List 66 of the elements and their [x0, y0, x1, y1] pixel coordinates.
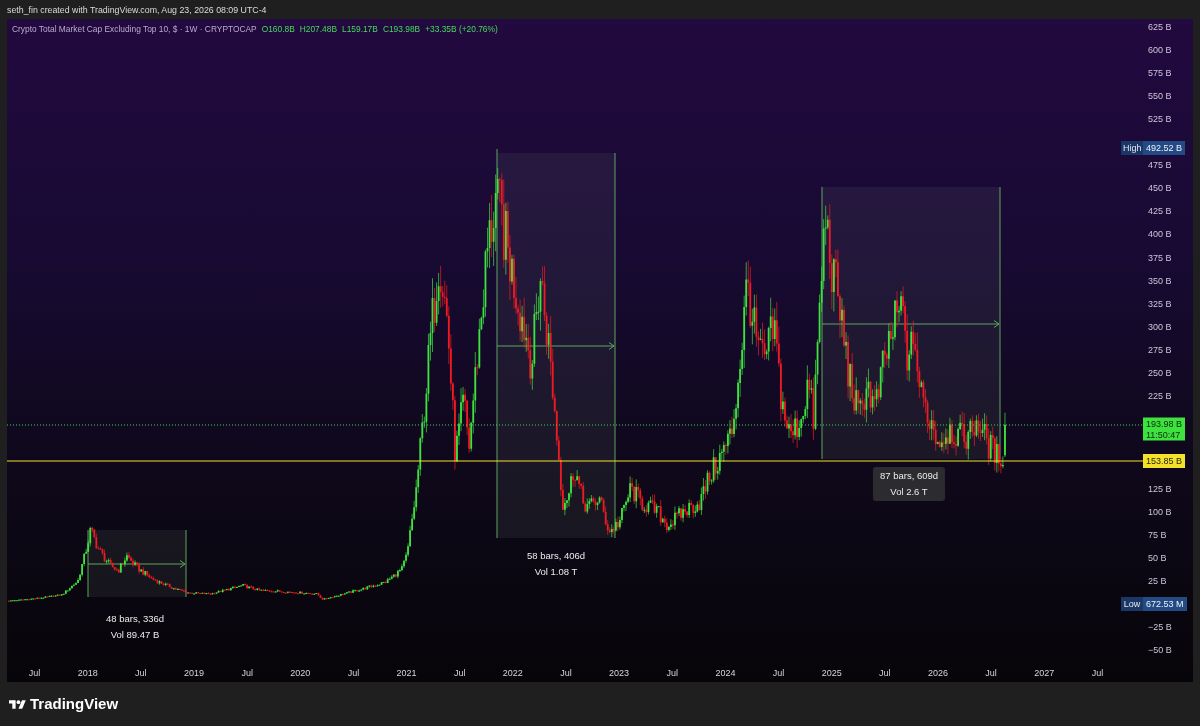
logo-text: TradingView: [30, 695, 119, 713]
time-tick-label: 2023: [609, 667, 630, 679]
time-tick-label: Jul: [453, 667, 466, 679]
time-tick-label: Jul: [241, 667, 253, 679]
time-tick-label: Jul: [666, 667, 678, 679]
time-tick-label: Jul: [879, 667, 891, 679]
ohlc-value: +33.35B (+20.76%): [425, 23, 498, 35]
time-tick-label: 2021: [396, 667, 417, 679]
price-tick-label: 625 B: [1148, 20, 1172, 33]
time-tick-label: Jul: [347, 667, 360, 679]
price-tick-label: 550 B: [1148, 89, 1172, 102]
price-tick-label: 575 B: [1148, 66, 1172, 79]
low-tag: Low: [1121, 597, 1143, 611]
low-price-label: 672.53 M: [1143, 597, 1187, 611]
range-volume-text: Vol 2.6 T: [890, 485, 928, 499]
time-tick-label: 2018: [77, 667, 98, 679]
time-tick-label: Jul: [985, 667, 997, 679]
price-tick-label: 525 B: [1148, 112, 1172, 125]
ohlc-value: C193.98B: [382, 23, 421, 35]
price-tick-label: 350 B: [1148, 274, 1172, 287]
ohlc-value: L159.17B: [342, 23, 378, 35]
price-tick-label: −50 B: [1148, 644, 1172, 657]
last-price-text: 193.98 B: [1146, 418, 1183, 429]
price-tick-label: 275 B: [1148, 343, 1172, 356]
range-volume-text: Vol 1.08 T: [534, 565, 578, 579]
time-tick-label: Jul: [1091, 667, 1104, 679]
price-tick-label: 100 B: [1148, 505, 1172, 518]
ohlc-value: H207.48B: [299, 23, 337, 35]
price-tick-label: 250 B: [1148, 367, 1172, 379]
price-tick-label: 75 B: [1148, 528, 1167, 541]
time-tick-label: 2024: [715, 667, 736, 679]
price-tick-label: 325 B: [1148, 297, 1172, 310]
high-price-label: 492.52 B: [1143, 141, 1186, 155]
price-tick-label: 50 B: [1148, 551, 1167, 564]
countdown-text: 11:50:47: [1146, 429, 1182, 440]
price-tick-label: 450 B: [1148, 182, 1172, 195]
price-tick-label: 600 B: [1148, 43, 1172, 56]
level-price-label: 153.85 B: [1143, 454, 1186, 468]
time-tick-label: 2026: [927, 667, 948, 679]
price-tick-label: 25 B: [1148, 574, 1167, 587]
range-bars-text: 87 bars, 609d: [879, 469, 939, 483]
price-tick-label: −25 B: [1148, 621, 1172, 634]
time-tick-label: 2020: [290, 667, 311, 679]
time-tick-label: 2025: [821, 667, 842, 679]
ohlc-value: O160.8B: [261, 23, 295, 35]
logo-mark-icon: [9, 697, 26, 711]
high-tag: High: [1121, 141, 1143, 155]
time-tick-label: 2019: [183, 667, 204, 679]
price-tick-label: 425 B: [1148, 205, 1172, 218]
symbol-title: Crypto Total Market Cap Excluding Top 10, $ · 1W · CRYPTOCAP: [12, 23, 257, 35]
range-bars-text: 48 bars, 336d: [105, 612, 165, 626]
price-tick-label: 225 B: [1148, 390, 1172, 403]
price-tick-label: 475 B: [1148, 159, 1172, 172]
price-tick-label: 125 B: [1148, 482, 1172, 495]
price-tick-label: 375 B: [1148, 251, 1172, 264]
credit-text: seth_fin created with TradingView.com, Aug 23, 2026 08:09 UTC-4: [6, 4, 267, 17]
time-tick-label: Jul: [28, 667, 41, 679]
time-tick-label: Jul: [772, 667, 785, 679]
price-tick-label: 400 B: [1148, 228, 1172, 241]
price-tick-label: 300 B: [1148, 320, 1172, 333]
range-volume-text: Vol 89.47 B: [110, 628, 160, 642]
range-bars-text: 58 bars, 406d: [526, 549, 586, 563]
time-tick-label: Jul: [135, 667, 147, 679]
time-tick-label: 2027: [1034, 667, 1055, 679]
time-tick-label: 2022: [502, 667, 523, 679]
time-tick-label: Jul: [560, 667, 572, 679]
